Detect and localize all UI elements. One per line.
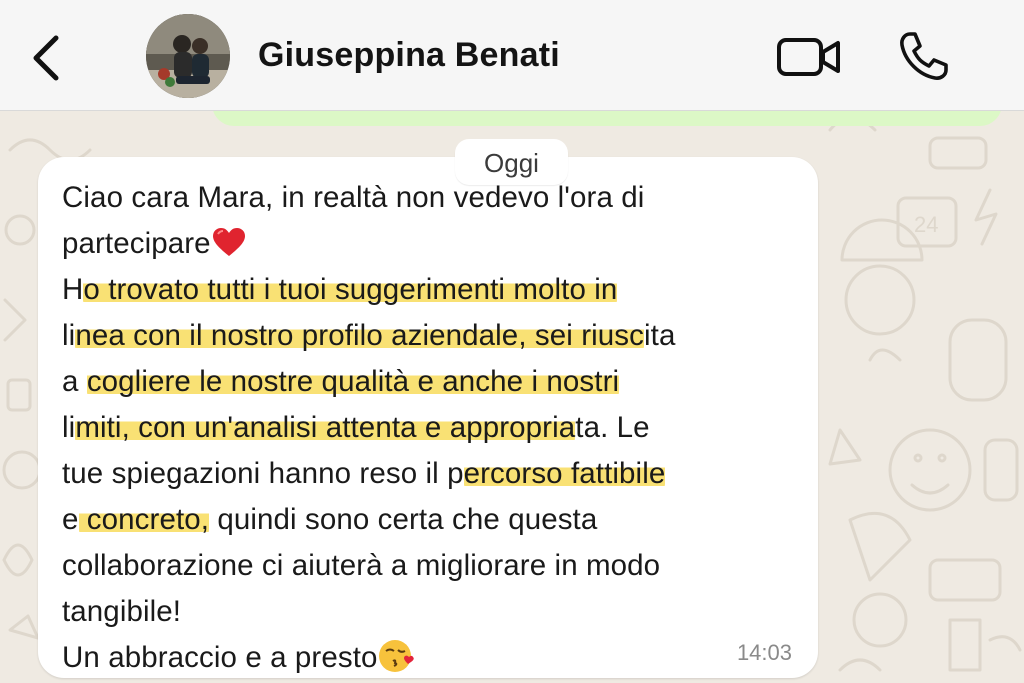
avatar-photo (146, 14, 230, 98)
highlighted-text: cogliere le nostre qualità e anche i nos… (86, 365, 620, 398)
message-line: Un abbraccio e a presto (62, 635, 802, 681)
chevron-left-icon[interactable] (24, 32, 68, 84)
highlighted-text: nea con il nostro profilo aziendale, sei… (75, 319, 644, 352)
message-line: collaborazione ci aiuterà a migliorare i… (62, 549, 661, 582)
contact-name[interactable]: Giuseppina Benati (258, 36, 560, 75)
highlighted-text: miti, con un'analisi attenta e appropria (75, 411, 576, 444)
message-time: 14:03 (736, 640, 792, 665)
incoming-message-bubble[interactable]: Ciao cara Mara, in realtà non vedevo l'o… (38, 157, 818, 678)
message-line: limiti, con un'analisi attenta e appropr… (62, 411, 650, 444)
phone-icon[interactable] (896, 28, 952, 84)
message-text: Ciao cara Mara, in realtà non vedevo l'o… (62, 175, 802, 681)
message-line: Ciao cara Mara, in realtà non vedevo l'o… (62, 181, 645, 214)
highlighted-text: o trovato tutti i tuoi suggerimenti molt… (83, 273, 618, 306)
message-line: Ho trovato tutti i tuoi suggerimenti mol… (62, 273, 618, 306)
highlighted-text: ercorso fattibile (463, 457, 666, 490)
message-line: e concreto, quindi sono certa che questa (62, 503, 598, 536)
chat-header: Giuseppina Benati (0, 0, 1024, 111)
message-line: tue spiegazioni hanno reso il percorso f… (62, 457, 666, 490)
message-line: tangibile! (62, 595, 182, 628)
message-line: a cogliere le nostre qualità e anche i n… (62, 365, 620, 398)
message-line: partecipare (62, 221, 802, 267)
date-divider: Oggi (455, 139, 568, 185)
highlighted-text: concreto, (78, 503, 210, 536)
red-heart-emoji (212, 228, 245, 256)
avatar[interactable] (146, 14, 230, 98)
video-camera-icon[interactable] (776, 34, 842, 80)
kissing-face-emoji (378, 640, 414, 672)
svg-text:24: 24 (914, 212, 938, 237)
message-line: linea con il nostro profilo aziendale, s… (62, 319, 676, 352)
